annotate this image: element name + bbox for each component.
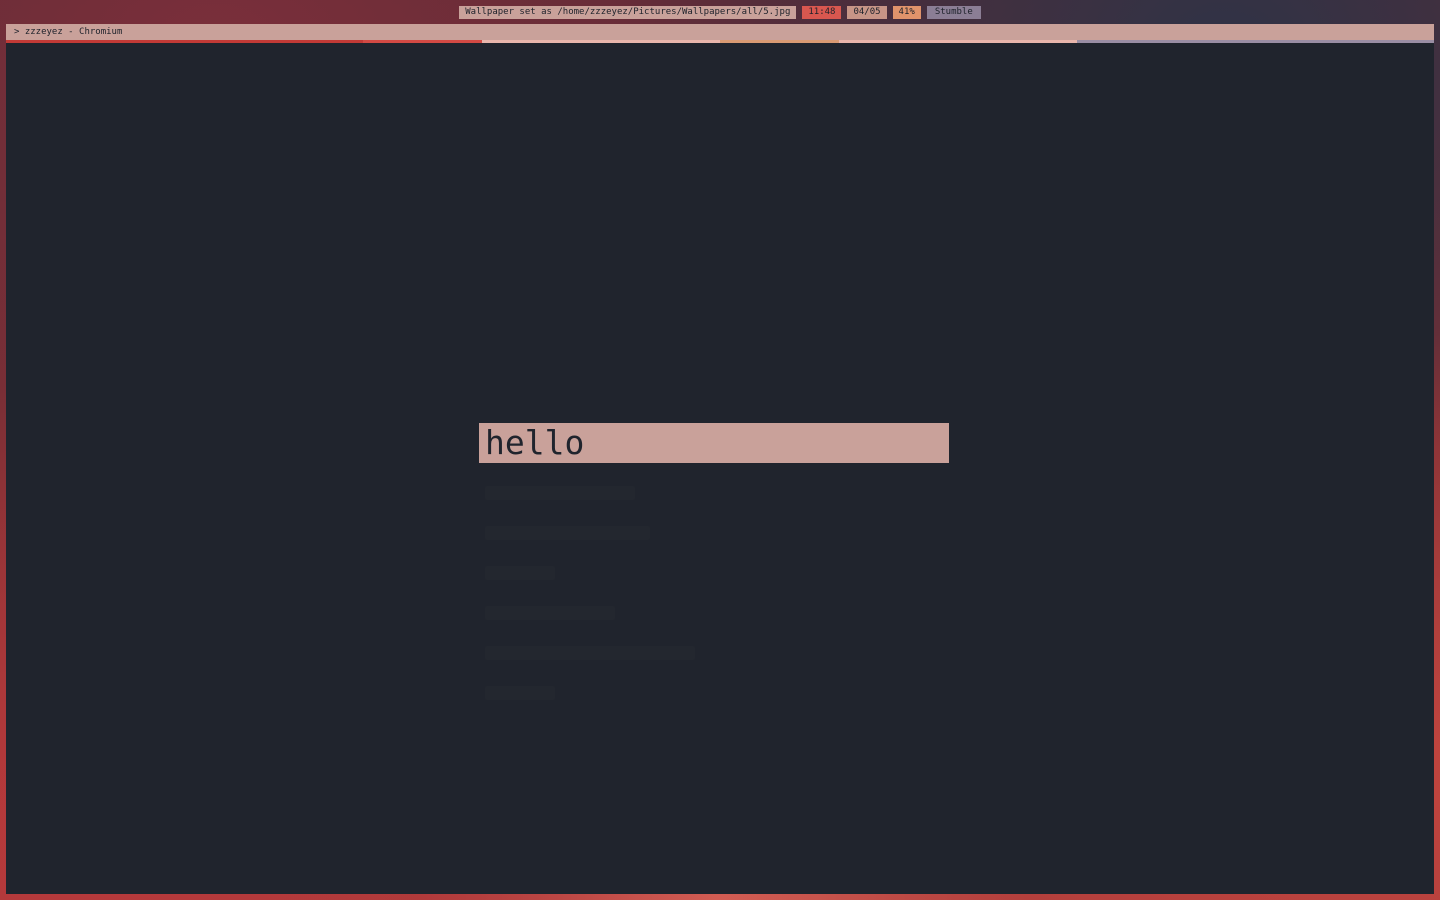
top-status-bar: Wallpaper set as /home/zzzeyez/Pictures/…: [0, 6, 1440, 19]
status-workspace[interactable]: Stumble: [926, 6, 981, 19]
launcher-result[interactable]: [479, 513, 949, 553]
launcher-result[interactable]: [479, 553, 949, 593]
accent-segment: [1315, 40, 1434, 43]
accent-segment: [482, 40, 601, 43]
window-titlebar[interactable]: > zzzeyez - Chromium: [6, 24, 1434, 40]
app-launcher[interactable]: [479, 423, 949, 713]
accent-segment: [601, 40, 720, 43]
accent-segment: [6, 40, 125, 43]
accent-segment: [1077, 40, 1196, 43]
launcher-result[interactable]: [479, 593, 949, 633]
status-battery: 41%: [892, 6, 921, 19]
launcher-result[interactable]: [479, 473, 949, 513]
launcher-search-input[interactable]: [485, 423, 943, 463]
accent-segment: [958, 40, 1077, 43]
accent-segment: [839, 40, 958, 43]
launcher-prompt[interactable]: [479, 423, 949, 463]
launcher-result[interactable]: [479, 673, 949, 713]
accent-segment: [363, 40, 482, 43]
accent-segment: [244, 40, 363, 43]
launcher-result[interactable]: [479, 633, 949, 673]
accent-segment: [720, 40, 839, 43]
accent-segment: [1196, 40, 1315, 43]
status-time: 11:48: [802, 6, 842, 19]
accent-segment: [125, 40, 244, 43]
status-date: 04/05: [847, 6, 887, 19]
window-title: > zzzeyez - Chromium: [14, 27, 123, 37]
launcher-results: [479, 473, 949, 713]
status-message: Wallpaper set as /home/zzzeyez/Pictures/…: [459, 6, 797, 19]
window-accent-strip: [6, 40, 1434, 43]
